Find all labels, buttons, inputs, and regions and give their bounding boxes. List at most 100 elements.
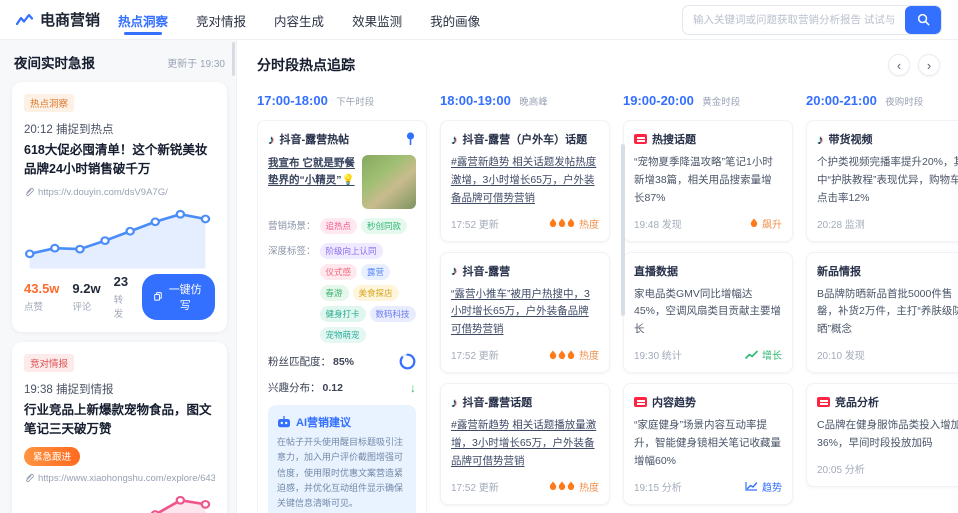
prev-page-button[interactable]: ‹: [888, 54, 910, 76]
card-source: 抖音-露营热帖: [279, 134, 350, 146]
likes-label: 点赞: [24, 301, 44, 313]
ai-robot-icon: [278, 416, 290, 428]
tab-my-profile[interactable]: 我的画像: [428, 0, 482, 41]
heat-label: 热度: [579, 482, 599, 494]
update-time: 17:52 更新: [451, 219, 499, 231]
fan-match-label: 粉丝匹配度：: [268, 356, 331, 368]
pin-icon[interactable]: [405, 132, 416, 146]
capture-time: 19:38 捕捉到情报: [24, 383, 114, 396]
heat-label: 热度: [579, 351, 599, 363]
likes-value: 43.5w: [24, 280, 60, 296]
flame-icon: [558, 481, 566, 491]
column-18-19: 18:00-19:00 晚高峰 ♪ 抖音-露营（户外车）话题 #露营新趋势 相关话…: [440, 92, 610, 513]
alert-card-competitor: 竞对情报 19:38 捕捉到情报 行业竞品上新爆款宠物食品，图文笔记三天破万赞 …: [12, 341, 227, 513]
column-scrollbar[interactable]: [621, 144, 625, 316]
sidebar-title: 夜间实时急报: [14, 56, 95, 71]
ai-suggestion-box: AI营销建议 在帖子开头使用醒目标题吸引注意力，加入用户评价截图增强可信度，使用…: [268, 405, 416, 513]
card-source: 新品情报: [817, 265, 861, 278]
flame-icon: [558, 218, 566, 228]
trend-label: 趋势: [762, 482, 782, 494]
tab-effect-monitor[interactable]: 效果监测: [350, 0, 404, 41]
source-link[interactable]: https://v.douyin.com/dsV9A7G/: [24, 187, 215, 198]
next-page-button[interactable]: ›: [918, 54, 940, 76]
analysis-time: 19:15 分析: [634, 482, 682, 494]
column-time: 18:00-19:00: [440, 93, 511, 108]
shares-label: 转发: [113, 294, 124, 320]
copy-icon: [154, 292, 163, 301]
update-time: 17:52 更新: [451, 351, 499, 363]
card-source: 抖音-露营话题: [462, 397, 533, 410]
hotspot-card: ♪ 抖音-露营 “露营小推车”被用户热搜中，3小时增长65万，户外装备品牌可借势营…: [440, 251, 610, 374]
rich-hotpost-card: ♪ 抖音-露营热帖 我宣布 它就是野餐垫界的“小精灵”💡 营销场景： 追热点 秒…: [257, 120, 427, 513]
scene-tag[interactable]: 秒创同款: [361, 218, 408, 234]
source-link[interactable]: https://www.xiaohongshu.com/explore/643.…: [24, 473, 215, 484]
depth-tag[interactable]: 美食探店: [352, 285, 399, 301]
post-title-link[interactable]: 我宣布 它就是野餐垫界的“小精灵”💡: [268, 155, 356, 209]
card-text: 家电品类GMV同比增幅达45%，空调风扇类目贡献主要增长: [634, 287, 782, 336]
card-source: 抖音-露营: [462, 265, 511, 278]
heat-indicator: 热度: [549, 216, 599, 231]
column-time: 20:00-21:00: [806, 93, 877, 108]
flame-icon: [750, 218, 758, 228]
chevron-left-icon: ‹: [896, 57, 902, 73]
top-nav: 电商营销 热点洞察 竞对情报 内容生成 效果监测 我的画像: [0, 0, 958, 40]
hotspot-card: ♪ 抖音-露营话题 #露营新趋势 相关话题播放量激增，3小时增长65万，户外装备品…: [440, 383, 610, 505]
depth-tag[interactable]: 露营: [361, 264, 391, 280]
trend-indicator: 趋势: [745, 479, 782, 494]
depth-tag[interactable]: 仪式感: [319, 264, 358, 280]
stat-time: 19:30 统计: [634, 351, 682, 363]
nav-tabs: 热点洞察 竞对情报 内容生成 效果监测 我的画像: [116, 0, 482, 41]
card-text: “家庭健身”场景内容互动率提升，智能健身镜相关笔记收藏量增幅60%: [634, 419, 781, 467]
card-text: B品牌防晒新品首批5000件售罄，补货2万件，主打“养肤级防晒”概念: [817, 287, 958, 336]
competitor-badge: 竞对情报: [24, 353, 75, 372]
card-source: 直播数据: [634, 265, 678, 278]
hotspot-card: ♪ 带货视频 个护类视频完播率提升20%，其中“护肤教程”表现优异，购物车点击率1…: [806, 120, 958, 242]
depth-tag[interactable]: 健身打卡: [319, 306, 366, 322]
depth-tag[interactable]: 阶级向上认同: [319, 243, 383, 259]
hotspot-card: 竞品分析 C品牌在健身服饰品类投入增加36%，早间时段投放加码 20:05 分析: [806, 383, 958, 487]
flame-icon: [567, 218, 575, 228]
tab-hotspot-insight[interactable]: 热点洞察: [116, 0, 170, 41]
depth-tag[interactable]: 宠物萌宠: [319, 327, 366, 343]
scene-tag[interactable]: 追热点: [319, 218, 358, 234]
alert-card-hotspot: 热点洞察 20:12 捕捉到热点 618大促必囤清单！这个新锐美妆品牌24小时销…: [12, 82, 227, 332]
monitor-time: 20:28 监测: [817, 219, 865, 231]
trend-sparkline-chart: [24, 209, 211, 269]
card-source: 抖音-露营（户外车）话题: [462, 134, 588, 146]
search-input[interactable]: [683, 13, 905, 26]
douyin-icon: ♪: [451, 394, 458, 410]
source-url: https://www.xiaohongshu.com/explore/643.…: [38, 472, 215, 484]
sidebar-scrollbar[interactable]: [232, 42, 235, 76]
heat-indicator: 热度: [549, 347, 599, 362]
app-logo[interactable]: 电商营销: [16, 9, 100, 30]
card-text: 个护类视频完播率提升20%，其中“护肤教程”表现优异，购物车点击率12%: [817, 156, 958, 204]
heat-indicator: 飙升: [750, 216, 782, 231]
one-click-copy-button[interactable]: 一键仿写: [142, 273, 215, 320]
hotspot-card: 热搜话题 “宠物夏季降温攻略”笔记1小时新增38篇，相关用品搜索量增长87% 1…: [623, 120, 793, 242]
content-area: 夜间实时急报 更新于 19:30 热点洞察 20:12 捕捉到热点 618大促必…: [0, 40, 958, 513]
card-text-link[interactable]: “露营小推车”被用户热搜中，3小时增长65万，户外装备品牌可借势营销: [451, 286, 599, 340]
card-text-link[interactable]: #露营新趋势 相关话题播放量激增，3小时增长65万，户外装备品牌可借势营销: [451, 417, 599, 471]
card-text-link[interactable]: #露营新趋势 相关话题发帖热度激增，3小时增长65万，户外装备品牌可借势营销: [451, 154, 599, 208]
hotspot-card: ♪ 抖音-露营（户外车）话题 #露营新趋势 相关话题发帖热度激增，3小时增长65万…: [440, 120, 610, 242]
tab-content-generation[interactable]: 内容生成: [272, 0, 326, 41]
search-bar: [682, 4, 942, 35]
flame-icon: [558, 349, 566, 359]
column-label: 夜购时段: [885, 97, 924, 108]
interest-value: 0.12: [322, 381, 343, 394]
timeslot-tracking-panel: 分时段热点追踪 ‹ › 17:00-18:00 下午时段 ♪ 抖音-露营热帖 我…: [237, 40, 958, 513]
flame-icon: [549, 481, 557, 491]
depth-tag[interactable]: 春游: [319, 285, 349, 301]
scene-label: 营销场景：: [268, 221, 316, 232]
urgent-follow-tag: 紧急跟进: [24, 446, 81, 466]
douyin-icon: ♪: [817, 131, 824, 147]
xiaohongshu-icon: [817, 397, 830, 408]
depth-tag[interactable]: 数码科技: [369, 306, 416, 322]
shares-value: 23: [113, 273, 129, 289]
column-17-18: 17:00-18:00 下午时段 ♪ 抖音-露营热帖 我宣布 它就是野餐垫界的“…: [257, 92, 427, 513]
search-button[interactable]: [905, 5, 941, 34]
paperclip-icon: [26, 188, 34, 197]
tab-competitor-intel[interactable]: 竞对情报: [194, 0, 248, 41]
douyin-icon: ♪: [451, 131, 458, 147]
column-time: 17:00-18:00: [257, 93, 328, 108]
